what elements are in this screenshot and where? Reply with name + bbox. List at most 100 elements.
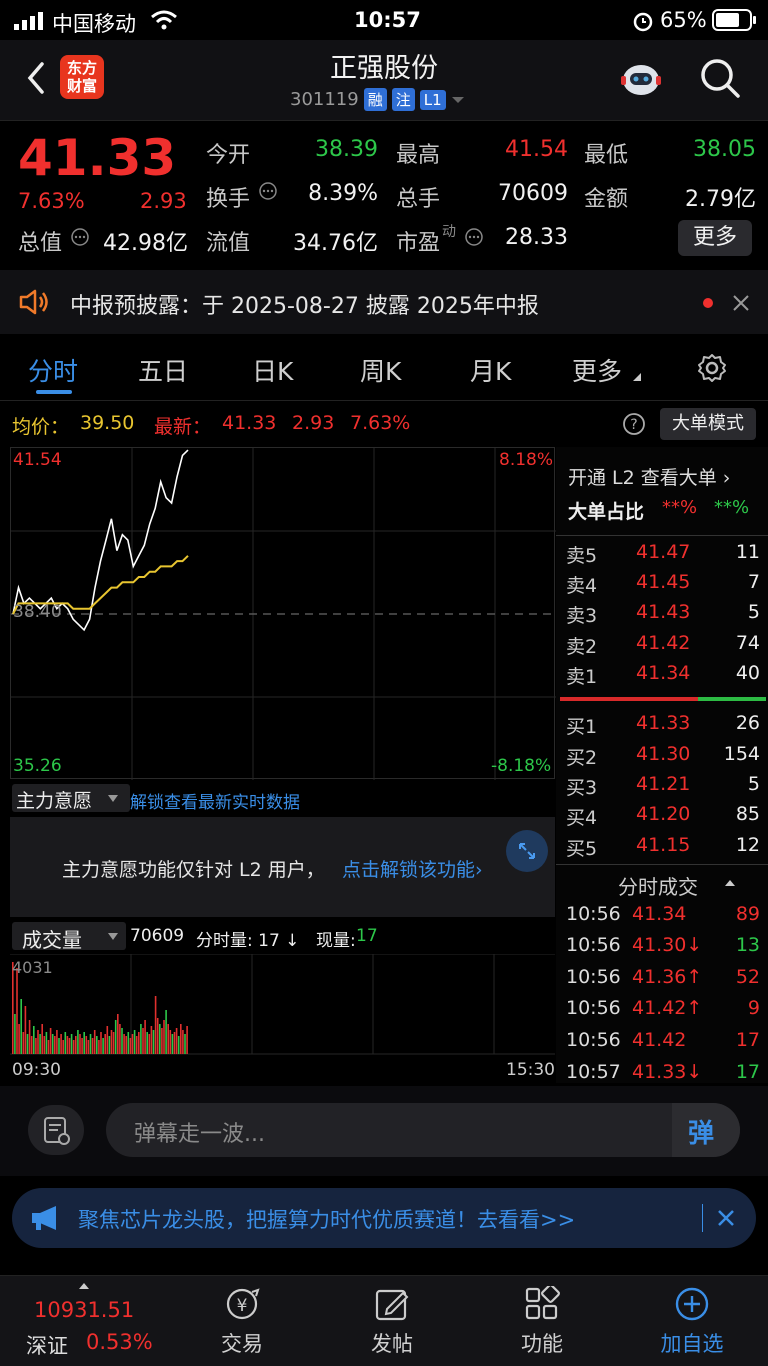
robot-assistant-icon[interactable]	[618, 56, 664, 102]
volume-bar	[83, 1032, 85, 1054]
l2-lock-message: 主力意愿功能仅针对 L2 用户，	[62, 859, 325, 881]
comment-list-button[interactable]	[28, 1105, 84, 1155]
volume-bar	[68, 1038, 71, 1054]
volume-bar	[127, 1032, 130, 1054]
divider	[556, 864, 768, 865]
y-min-label: 35.26	[13, 756, 62, 776]
quote-panel: 41.33 7.63% 2.93 总值 42.98亿 今开 38.39 换手 8…	[0, 120, 768, 270]
tab-monthly-k[interactable]: 月K	[470, 352, 511, 388]
tag-registered[interactable]: 注	[391, 88, 415, 111]
caret-up-icon[interactable]	[724, 879, 736, 887]
info-dots-icon[interactable]	[70, 227, 90, 247]
l2-lock-box: 主力意愿功能仅针对 L2 用户， 点击解锁该功能›	[10, 817, 555, 917]
volume-bar	[104, 1034, 106, 1054]
close-icon[interactable]	[732, 294, 750, 312]
volume-bar	[100, 1032, 102, 1054]
nav-functions[interactable]: 功能	[482, 1276, 602, 1366]
danmaku-placeholder: 弹幕走一波...	[134, 1122, 265, 1147]
volume-dropdown-label: 成交量	[22, 928, 82, 952]
volume-bar	[30, 1036, 33, 1054]
nav-add-watchlist[interactable]: 加自选	[632, 1276, 752, 1366]
volume-bar	[45, 1032, 48, 1054]
volume-max-label: 4031	[12, 958, 53, 977]
volume-bar	[117, 1014, 119, 1054]
index-ticker[interactable]: 10931.51 深证 0.53%	[0, 1276, 168, 1366]
tab-five-day[interactable]: 五日	[138, 352, 188, 388]
volume-bar	[119, 1024, 121, 1054]
volume-bar	[33, 1026, 35, 1054]
expand-icon	[519, 843, 535, 859]
volume-bar	[41, 1024, 43, 1054]
chevron-down-icon[interactable]	[451, 95, 465, 105]
volume-dropdown[interactable]: 成交量	[12, 922, 126, 952]
info-dots-icon[interactable]	[258, 181, 278, 201]
tag-margin[interactable]: 融	[363, 88, 387, 111]
promo-banner[interactable]: 聚焦芯片龙头股，把握算力时代优质赛道！去看看>>	[12, 1188, 756, 1248]
wifi-icon	[151, 10, 177, 30]
stock-header: 东方财富 正强股份 301119 融 注 L1	[0, 40, 768, 120]
danmaku-toggle-button[interactable]: 弹	[672, 1103, 740, 1157]
l2-promo-link[interactable]: 开通 L2 查看大单 ›	[568, 463, 730, 490]
signal-icon	[14, 12, 43, 30]
volume-bar	[108, 1036, 111, 1054]
more-quote-button[interactable]: 更多	[678, 220, 752, 256]
volume-bar	[182, 1030, 184, 1054]
minute-volume: 分时量: 17 ↓	[196, 931, 300, 951]
avg-price-value: 39.50	[80, 412, 135, 434]
volume-bar	[56, 1030, 58, 1054]
gear-icon[interactable]	[696, 352, 728, 384]
notice-text[interactable]: 中报预披露：于 2025-08-27 披露 2025年中报	[70, 288, 539, 320]
unlock-feature-link[interactable]: 点击解锁该功能›	[342, 855, 483, 882]
volume-bar	[66, 1036, 69, 1054]
danmaku-input[interactable]: 弹幕走一波... 弹	[106, 1103, 740, 1157]
current-volume-value: 17	[356, 926, 378, 946]
volume-bar	[14, 1014, 16, 1054]
volume-bar	[186, 1026, 188, 1054]
battery-icon	[712, 9, 756, 31]
tab-intraday[interactable]: 分时	[28, 352, 78, 388]
tick-row: 10:56 41.34 89	[566, 903, 760, 925]
tick-row: 10:56 41.36↑ 52	[566, 966, 760, 988]
time-end-label: 15:30	[506, 1060, 555, 1080]
volume-bar	[72, 1040, 75, 1054]
intraday-chart[interactable]: 41.54 8.18% 38.40 35.26 -8.18%	[10, 447, 556, 780]
intention-dropdown[interactable]: 主力意愿	[12, 784, 130, 812]
chevron-down-icon	[108, 795, 118, 802]
tag-level1[interactable]: L1	[419, 89, 446, 110]
latest-change: 2.93	[292, 412, 335, 434]
tab-weekly-k[interactable]: 周K	[360, 352, 401, 388]
tab-daily-k[interactable]: 日K	[252, 352, 293, 388]
y-mid-label: 38.40	[13, 602, 62, 622]
y-max-pct-label: 8.18%	[499, 450, 554, 470]
message-list-icon	[44, 1117, 70, 1145]
notice-bar[interactable]: 中报预披露：于 2025-08-27 披露 2025年中报	[0, 270, 768, 334]
nav-trade[interactable]: ¥ 交易	[182, 1276, 302, 1366]
volume-bar	[112, 1032, 115, 1054]
volume-bar	[180, 1024, 182, 1054]
close-icon[interactable]	[716, 1208, 736, 1228]
trade-icon: ¥	[226, 1288, 260, 1320]
big-order-mode-button[interactable]: 大单模式	[660, 408, 756, 440]
unlock-realtime-link[interactable]: 解锁查看最新实时数据	[130, 788, 300, 813]
volume-bar	[146, 1032, 148, 1054]
ticks-title[interactable]: 分时成交	[618, 871, 698, 900]
divider	[0, 400, 768, 401]
search-icon[interactable]	[698, 56, 742, 100]
volume-bar	[96, 1036, 98, 1054]
volume-bar	[62, 1040, 64, 1054]
time-start-label: 09:30	[12, 1060, 61, 1080]
big-order-ratio-label: 大单占比	[568, 501, 645, 523]
battery-percent: 65%	[660, 8, 707, 32]
nav-post[interactable]: 发帖	[332, 1276, 452, 1366]
volume-bar	[150, 1026, 153, 1054]
tab-more[interactable]: 更多	[572, 352, 622, 388]
buy-sell-bar-green	[698, 697, 766, 701]
amount-value: 2.79亿	[685, 187, 756, 212]
corner-triangle-icon	[633, 373, 641, 381]
help-icon[interactable]: ?	[622, 412, 646, 436]
banner-text[interactable]: 聚焦芯片龙头股，把握算力时代优质赛道！去看看>>	[78, 1204, 575, 1234]
price-info-line: 均价： 39.50 最新： 41.33 2.93 7.63% ?	[0, 402, 768, 446]
volume-bar	[24, 1006, 27, 1054]
nav-functions-label: 功能	[521, 1332, 563, 1356]
expand-button[interactable]	[506, 830, 548, 872]
